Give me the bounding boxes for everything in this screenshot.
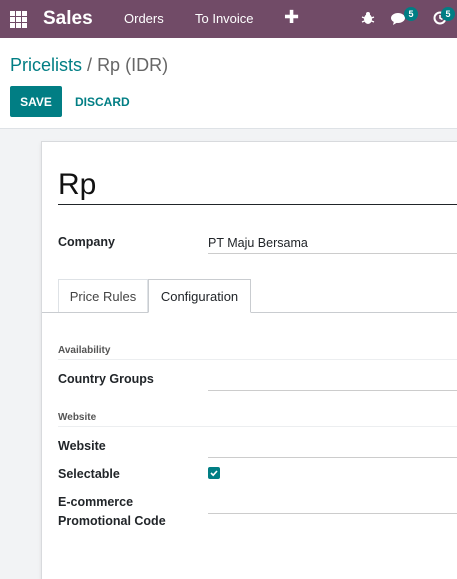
website-divider bbox=[58, 426, 457, 427]
breadcrumb-pricelists[interactable]: Pricelists bbox=[10, 55, 82, 75]
breadcrumb: Pricelists / Rp (IDR) bbox=[10, 55, 168, 76]
breadcrumb-current: Rp (IDR) bbox=[97, 55, 169, 75]
plus-icon[interactable]: ✚ bbox=[284, 7, 299, 28]
company-label: Company bbox=[58, 235, 115, 249]
app-brand[interactable]: Sales bbox=[43, 8, 93, 30]
company-underline bbox=[208, 253, 457, 254]
website-section-title: Website bbox=[58, 412, 97, 423]
availability-divider bbox=[58, 359, 457, 360]
ecommerce-promo-field[interactable] bbox=[208, 513, 457, 514]
top-navbar: Sales Orders To Invoice ✚ 5 5 bbox=[0, 0, 457, 38]
menu-to-invoice[interactable]: To Invoice bbox=[195, 11, 254, 26]
country-groups-field[interactable] bbox=[208, 390, 457, 391]
selectable-checkbox[interactable] bbox=[208, 467, 220, 479]
bug-icon[interactable] bbox=[361, 11, 375, 25]
discard-button[interactable]: DISCARD bbox=[75, 95, 130, 109]
ecommerce-label-line2: Promotional Code bbox=[58, 514, 166, 528]
form-sheet: Rp Company PT Maju Bersama Price Rules C… bbox=[41, 141, 457, 579]
tab-price-rules[interactable]: Price Rules bbox=[58, 279, 148, 313]
messages-count-badge: 5 bbox=[404, 7, 418, 21]
country-groups-label: Country Groups bbox=[58, 372, 154, 386]
activities-count-badge: 5 bbox=[441, 7, 455, 21]
tab-configuration[interactable]: Configuration bbox=[148, 279, 251, 313]
ecommerce-label-line1: E-commerce bbox=[58, 495, 134, 509]
name-underline bbox=[58, 204, 457, 205]
control-panel: Pricelists / Rp (IDR) SAVE DISCARD bbox=[0, 38, 457, 129]
website-field[interactable] bbox=[208, 457, 457, 458]
pricelist-name-field[interactable]: Rp bbox=[58, 168, 96, 202]
availability-section-title: Availability bbox=[58, 345, 111, 356]
company-field[interactable]: PT Maju Bersama bbox=[208, 236, 308, 250]
save-button[interactable]: SAVE bbox=[10, 86, 62, 117]
selectable-label: Selectable bbox=[58, 467, 120, 481]
menu-orders[interactable]: Orders bbox=[124, 11, 164, 26]
breadcrumb-separator: / bbox=[87, 55, 93, 75]
website-label: Website bbox=[58, 439, 106, 453]
apps-menu-icon[interactable] bbox=[10, 11, 27, 28]
